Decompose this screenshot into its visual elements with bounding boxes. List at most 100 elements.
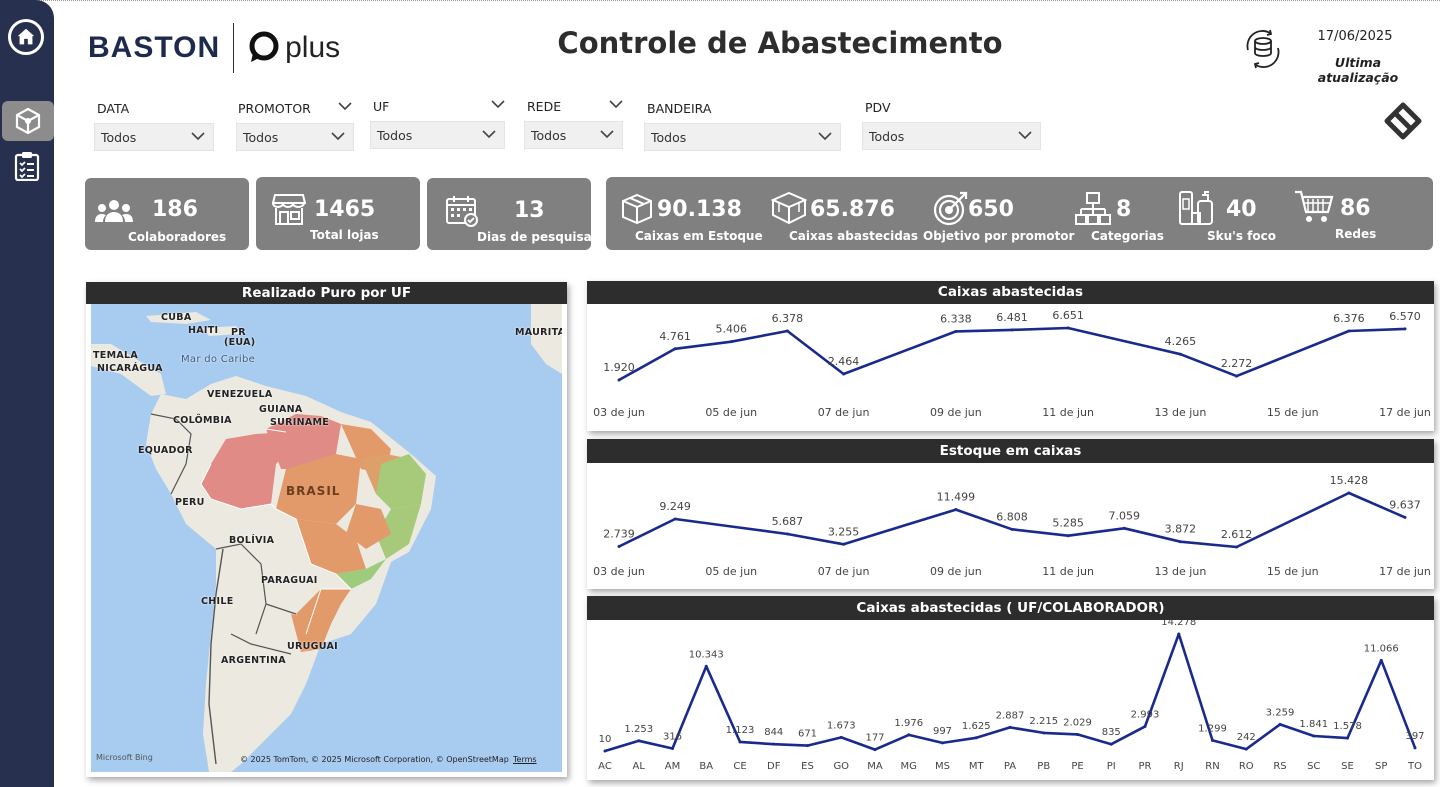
- kpi-value: 650: [968, 197, 1014, 222]
- filter-uf-select[interactable]: Todos: [370, 121, 505, 149]
- x-tick-label: GO: [833, 761, 849, 772]
- database-sync-icon[interactable]: [1242, 28, 1284, 70]
- data-label: 1.253: [624, 724, 653, 735]
- data-label: 10: [599, 734, 612, 745]
- data-point: [1066, 534, 1070, 538]
- line-chart-uf: 10 1.253 316 10.343 1.123 844 671 1.673 177 1.976…: [598, 620, 1424, 772]
- filter-label: PROMOTOR: [238, 100, 311, 116]
- data-point: [603, 749, 607, 753]
- filter-bandeira-select[interactable]: Todos: [644, 123, 841, 151]
- x-tick-label: 17 de jun: [1379, 406, 1431, 419]
- chevron-down-icon: [1018, 131, 1032, 140]
- kpi-value: 86: [1340, 196, 1371, 221]
- sidebar-item-inventory[interactable]: [2, 101, 54, 141]
- update-label: Ultima atualização: [1317, 55, 1399, 85]
- data-label: 242: [1237, 732, 1256, 743]
- kpi-label: Redes: [1335, 227, 1377, 241]
- data-label: 397: [1405, 731, 1424, 742]
- x-tick-label: 15 de jun: [1267, 565, 1319, 578]
- kpi-label: Caixas em Estoque: [635, 229, 763, 243]
- filter-rede-select[interactable]: Todos: [524, 121, 623, 149]
- data-label: 2.612: [1221, 528, 1253, 541]
- data-point: [1403, 327, 1407, 331]
- filter-pdv-select[interactable]: Todos: [862, 122, 1041, 150]
- data-point: [729, 340, 733, 344]
- kpi-card-colaboradores: 186 Colaboradores: [85, 178, 249, 250]
- x-tick-label: AC: [598, 761, 612, 772]
- map-attribution: © 2025 TomTom, © 2025 Microsoft Corporat…: [240, 755, 509, 764]
- map-label: PARAGUAI: [261, 575, 318, 586]
- data-point: [704, 664, 708, 668]
- box-icon: [622, 193, 652, 225]
- data-label: 6.376: [1333, 312, 1365, 325]
- data-point: [1211, 738, 1214, 742]
- x-tick-label: TO: [1407, 761, 1422, 772]
- x-tick-label: RJ: [1174, 761, 1184, 772]
- data-point: [1076, 732, 1079, 736]
- kpi-label: Total lojas: [310, 228, 379, 242]
- data-label: 1.673: [827, 720, 856, 731]
- logo: BASTON plus: [88, 20, 340, 76]
- home-button[interactable]: [8, 19, 44, 55]
- x-tick-label: 05 de jun: [705, 565, 757, 578]
- data-label: 3.259: [1266, 707, 1295, 718]
- data-point: [806, 744, 809, 748]
- kpi-card-dias: 13 Dias de pesquisa: [427, 178, 592, 250]
- filter-value: Todos: [377, 127, 413, 143]
- filter-promotor-select[interactable]: Todos: [236, 123, 354, 151]
- map-label: TEMALA: [93, 350, 138, 361]
- data-label: 6.481: [996, 311, 1028, 324]
- data-label: 5.687: [772, 515, 804, 528]
- kpi-group-estoque: 90.138 Caixas em Estoque 65.876 Caixas a…: [606, 177, 1433, 250]
- chevron-down-icon: [191, 132, 205, 141]
- data-label: 3.872: [1165, 523, 1197, 536]
- data-point: [839, 735, 843, 739]
- chart-title: Caixas abastecidas ( UF/COLABORADOR): [587, 596, 1434, 620]
- map-label: BRASIL: [286, 484, 341, 498]
- update-date: 17/06/2025: [1317, 29, 1393, 44]
- data-label: 177: [865, 733, 884, 744]
- x-tick-label: 15 de jun: [1267, 406, 1319, 419]
- filter-value: Todos: [869, 128, 905, 144]
- data-point: [1235, 374, 1239, 378]
- data-label: 7.059: [1109, 509, 1141, 522]
- data-label: 6.378: [772, 312, 804, 325]
- map-label: ARGENTINA: [221, 655, 286, 666]
- kpi-label: Categorias: [1091, 229, 1164, 243]
- map-label: (EUA): [224, 337, 256, 348]
- data-point: [1109, 742, 1113, 746]
- x-tick-label: PA: [1004, 761, 1016, 772]
- sidebar-item-checklist[interactable]: [12, 150, 42, 182]
- x-tick-label: PE: [1071, 761, 1083, 772]
- chevron-down-icon: [609, 100, 623, 109]
- data-label: 5.285: [1052, 517, 1084, 530]
- data-label: 10.343: [689, 649, 724, 660]
- data-label: 1.920: [603, 361, 635, 374]
- target-icon: [933, 191, 968, 226]
- map-label: URUGUAI: [287, 641, 338, 652]
- kpi-value: 8: [1116, 197, 1132, 222]
- data-point: [1235, 545, 1239, 549]
- chevron-down-icon: [482, 130, 496, 139]
- data-point: [941, 741, 944, 745]
- logo-separator: [233, 23, 235, 73]
- hierarchy-icon: [1075, 192, 1111, 225]
- logo-brand: BASTON: [88, 31, 221, 64]
- x-tick-label: 11 de jun: [1042, 406, 1094, 419]
- data-point: [1403, 515, 1407, 519]
- eraser-icon[interactable]: [1383, 101, 1423, 141]
- map-terms-link[interactable]: Terms: [513, 755, 537, 764]
- map-label: BOLÍVIA: [229, 535, 275, 546]
- x-tick-label: 13 de jun: [1155, 565, 1207, 578]
- data-point: [1042, 731, 1046, 735]
- map-view[interactable]: CUBA HAITI PR (EUA) MAURITA Mar do Carib…: [91, 304, 562, 772]
- logo-plus: plus: [285, 31, 341, 64]
- data-label: 4.265: [1165, 335, 1197, 348]
- map-label: CUBA: [161, 312, 192, 323]
- filter-data-select[interactable]: Todos: [94, 123, 214, 151]
- x-tick-label: MG: [901, 761, 917, 772]
- x-tick-label: AM: [665, 761, 680, 772]
- data-point: [1278, 722, 1282, 726]
- store-icon: [272, 194, 306, 225]
- x-tick-label: RN: [1205, 761, 1219, 772]
